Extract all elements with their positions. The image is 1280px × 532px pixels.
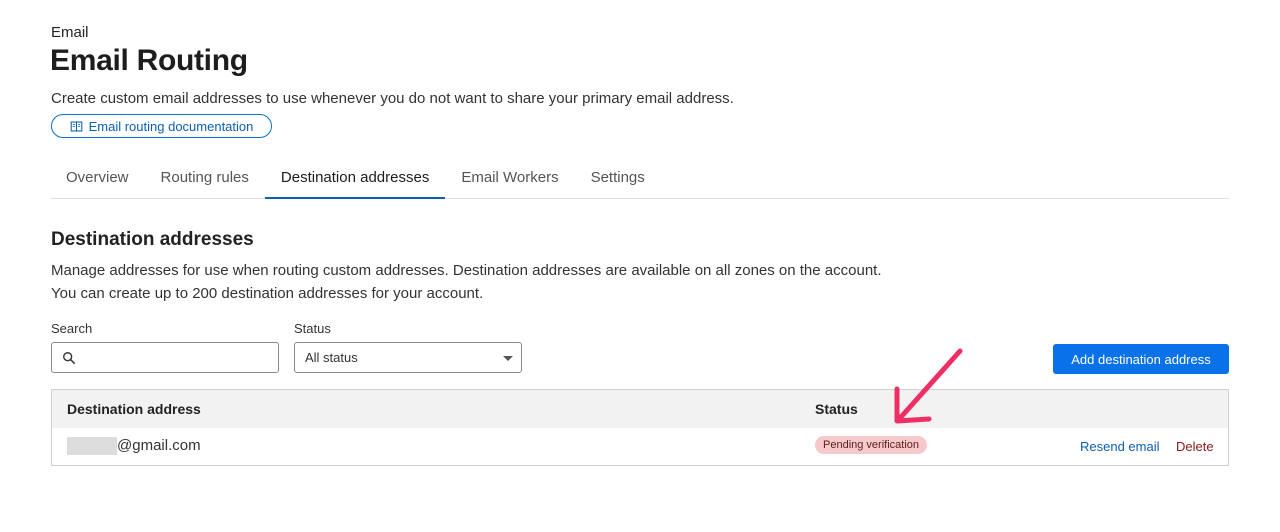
search-icon bbox=[63, 352, 76, 365]
destination-email: @gmail.com bbox=[117, 437, 201, 454]
documentation-link[interactable]: Email routing documentation bbox=[51, 114, 272, 138]
status-label: Status bbox=[294, 321, 331, 336]
documentation-link-label: Email routing documentation bbox=[88, 118, 254, 134]
page-description: Create custom email addresses to use whe… bbox=[51, 90, 734, 107]
tab-overview[interactable]: Overview bbox=[50, 156, 145, 198]
tab-settings[interactable]: Settings bbox=[575, 156, 661, 198]
tab-routing-rules[interactable]: Routing rules bbox=[145, 156, 265, 198]
tab-destination-addresses[interactable]: Destination addresses bbox=[264, 156, 446, 199]
delete-link[interactable]: Delete bbox=[1176, 439, 1214, 454]
section-description-line1: Manage addresses for use when routing cu… bbox=[51, 262, 882, 279]
search-box bbox=[51, 342, 279, 373]
resend-email-link[interactable]: Resend email bbox=[1080, 439, 1160, 454]
book-icon bbox=[70, 121, 82, 131]
search-input[interactable] bbox=[82, 347, 272, 369]
destination-table: Destination address Status @gmail.com Pe… bbox=[51, 389, 1229, 466]
annotation-arrow-icon bbox=[894, 348, 963, 424]
tab-email-workers[interactable]: Email Workers bbox=[445, 156, 574, 198]
search-label: Search bbox=[51, 321, 93, 336]
column-header-status: Status bbox=[815, 401, 858, 417]
column-header-destination-address: Destination address bbox=[67, 401, 201, 417]
page-title: Email Routing bbox=[50, 44, 248, 77]
table-row: @gmail.com Pending verification Resend e… bbox=[52, 428, 1228, 465]
status-select-value: All status bbox=[305, 350, 358, 365]
chevron-down-icon bbox=[503, 356, 513, 361]
tab-bar: Overview Routing rules Destination addre… bbox=[50, 156, 1229, 199]
section-title: Destination addresses bbox=[51, 229, 254, 250]
status-select[interactable]: All status bbox=[294, 342, 522, 373]
breadcrumb: Email bbox=[51, 24, 89, 41]
section-description-line2: You can create up to 200 destination add… bbox=[51, 285, 484, 302]
table-header: Destination address Status bbox=[52, 390, 1228, 428]
status-badge: Pending verification bbox=[815, 436, 928, 454]
redacted-username bbox=[67, 437, 117, 455]
add-destination-address-button[interactable]: Add destination address bbox=[1053, 344, 1229, 374]
